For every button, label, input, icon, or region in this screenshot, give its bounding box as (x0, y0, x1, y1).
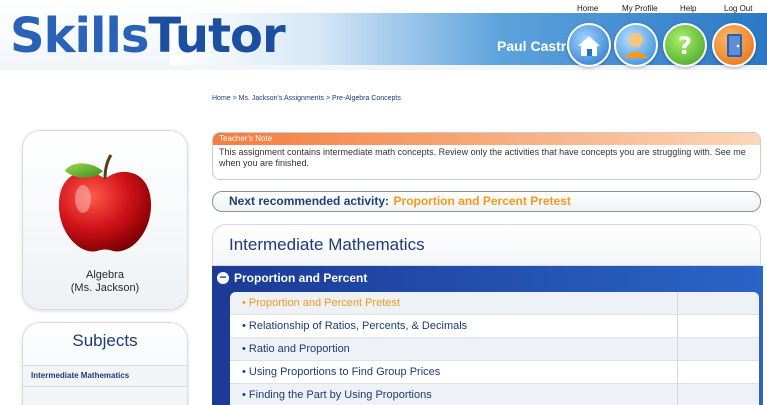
home-link[interactable]: Home (577, 4, 598, 13)
help-icon-graphic: ? (678, 32, 692, 60)
next-recommended-label: Next recommended activity: (229, 194, 390, 208)
activity-link[interactable]: • Proportion and Percent Pretest (242, 297, 400, 309)
activity-row[interactable]: • Using Proportions to Find Group Prices (230, 361, 759, 384)
collapse-minus-icon[interactable]: − (217, 271, 229, 284)
logo-tutor-text: Tutor (148, 8, 285, 64)
subjects-panel: Subjects Intermediate Mathematics (22, 322, 188, 405)
teacher-note-body: This assignment contains intermediate ma… (219, 147, 746, 168)
column-divider (677, 361, 678, 384)
subject-intermediate-mathematics[interactable]: Intermediate Mathematics (31, 371, 129, 380)
activity-row[interactable]: • Proportion and Percent Pretest (230, 292, 759, 315)
home-icon-graphic (578, 36, 600, 56)
teacher-name: (Ms. Jackson) (70, 282, 140, 294)
help-icon[interactable]: ? (663, 23, 707, 67)
column-divider (677, 315, 678, 338)
apple-icon (58, 154, 152, 252)
column-divider (677, 338, 678, 361)
breadcrumb[interactable]: Home > Ms. Jackson's Assignments > Pre-A… (212, 95, 401, 102)
logo-skills-text: Skills (10, 8, 149, 64)
username: Paul Castro (497, 38, 575, 54)
activity-row[interactable]: • Finding the Part by Using Proportions (230, 384, 759, 405)
course-title-box: Intermediate Mathematics (212, 224, 761, 266)
course-panel: Intermediate Mathematics − Proportion an… (212, 224, 763, 405)
log-out-icon[interactable] (712, 23, 756, 67)
activity-row[interactable]: • Ratio and Proportion (230, 338, 759, 361)
class-name: Algebra (86, 269, 124, 281)
home-icon[interactable] (567, 23, 611, 67)
next-recommended-activity-link[interactable]: Proportion and Percent Pretest (394, 194, 571, 208)
help-link[interactable]: Help (680, 4, 696, 13)
next-recommended-bar: Next recommended activity: Proportion an… (212, 191, 761, 212)
subject-row[interactable]: Intermediate Mathematics (23, 365, 187, 387)
profile-icon[interactable] (614, 23, 658, 67)
activity-link[interactable]: • Using Proportions to Find Group Prices (242, 366, 440, 378)
profile-icon-graphic (624, 33, 648, 58)
svg-text:?: ? (678, 32, 692, 60)
activity-link[interactable]: • Ratio and Proportion (242, 343, 350, 355)
section-proportion-and-percent: − Proportion and Percent • Proportion an… (212, 266, 763, 405)
my-profile-link[interactable]: My Profile (622, 4, 658, 13)
course-title: Intermediate Mathematics (229, 235, 425, 254)
skillstutor-logo[interactable]: SkillsTutor (10, 8, 286, 64)
door-icon-graphic (727, 34, 742, 57)
subjects-title: Subjects (72, 331, 138, 350)
skillstutor-page: SkillsTutor Home My Profile Help Log Out… (0, 0, 767, 405)
log-out-link[interactable]: Log Out (724, 4, 752, 13)
column-divider (677, 384, 678, 405)
section-title[interactable]: Proportion and Percent (234, 271, 367, 285)
column-divider (677, 292, 678, 315)
activity-link[interactable]: • Finding the Part by Using Proportions (242, 389, 432, 401)
class-card[interactable]: Algebra (Ms. Jackson) (22, 130, 188, 310)
teacher-note: Teacher's Note This assignment contains … (212, 132, 761, 180)
teacher-note-title: Teacher's Note (213, 133, 760, 145)
activity-row[interactable]: • Relationship of Ratios, Percents, & De… (230, 315, 759, 338)
activity-list: • Proportion and Percent Pretest • Relat… (230, 292, 759, 405)
header: SkillsTutor Home My Profile Help Log Out… (0, 0, 767, 70)
activity-link[interactable]: • Relationship of Ratios, Percents, & De… (242, 320, 467, 332)
